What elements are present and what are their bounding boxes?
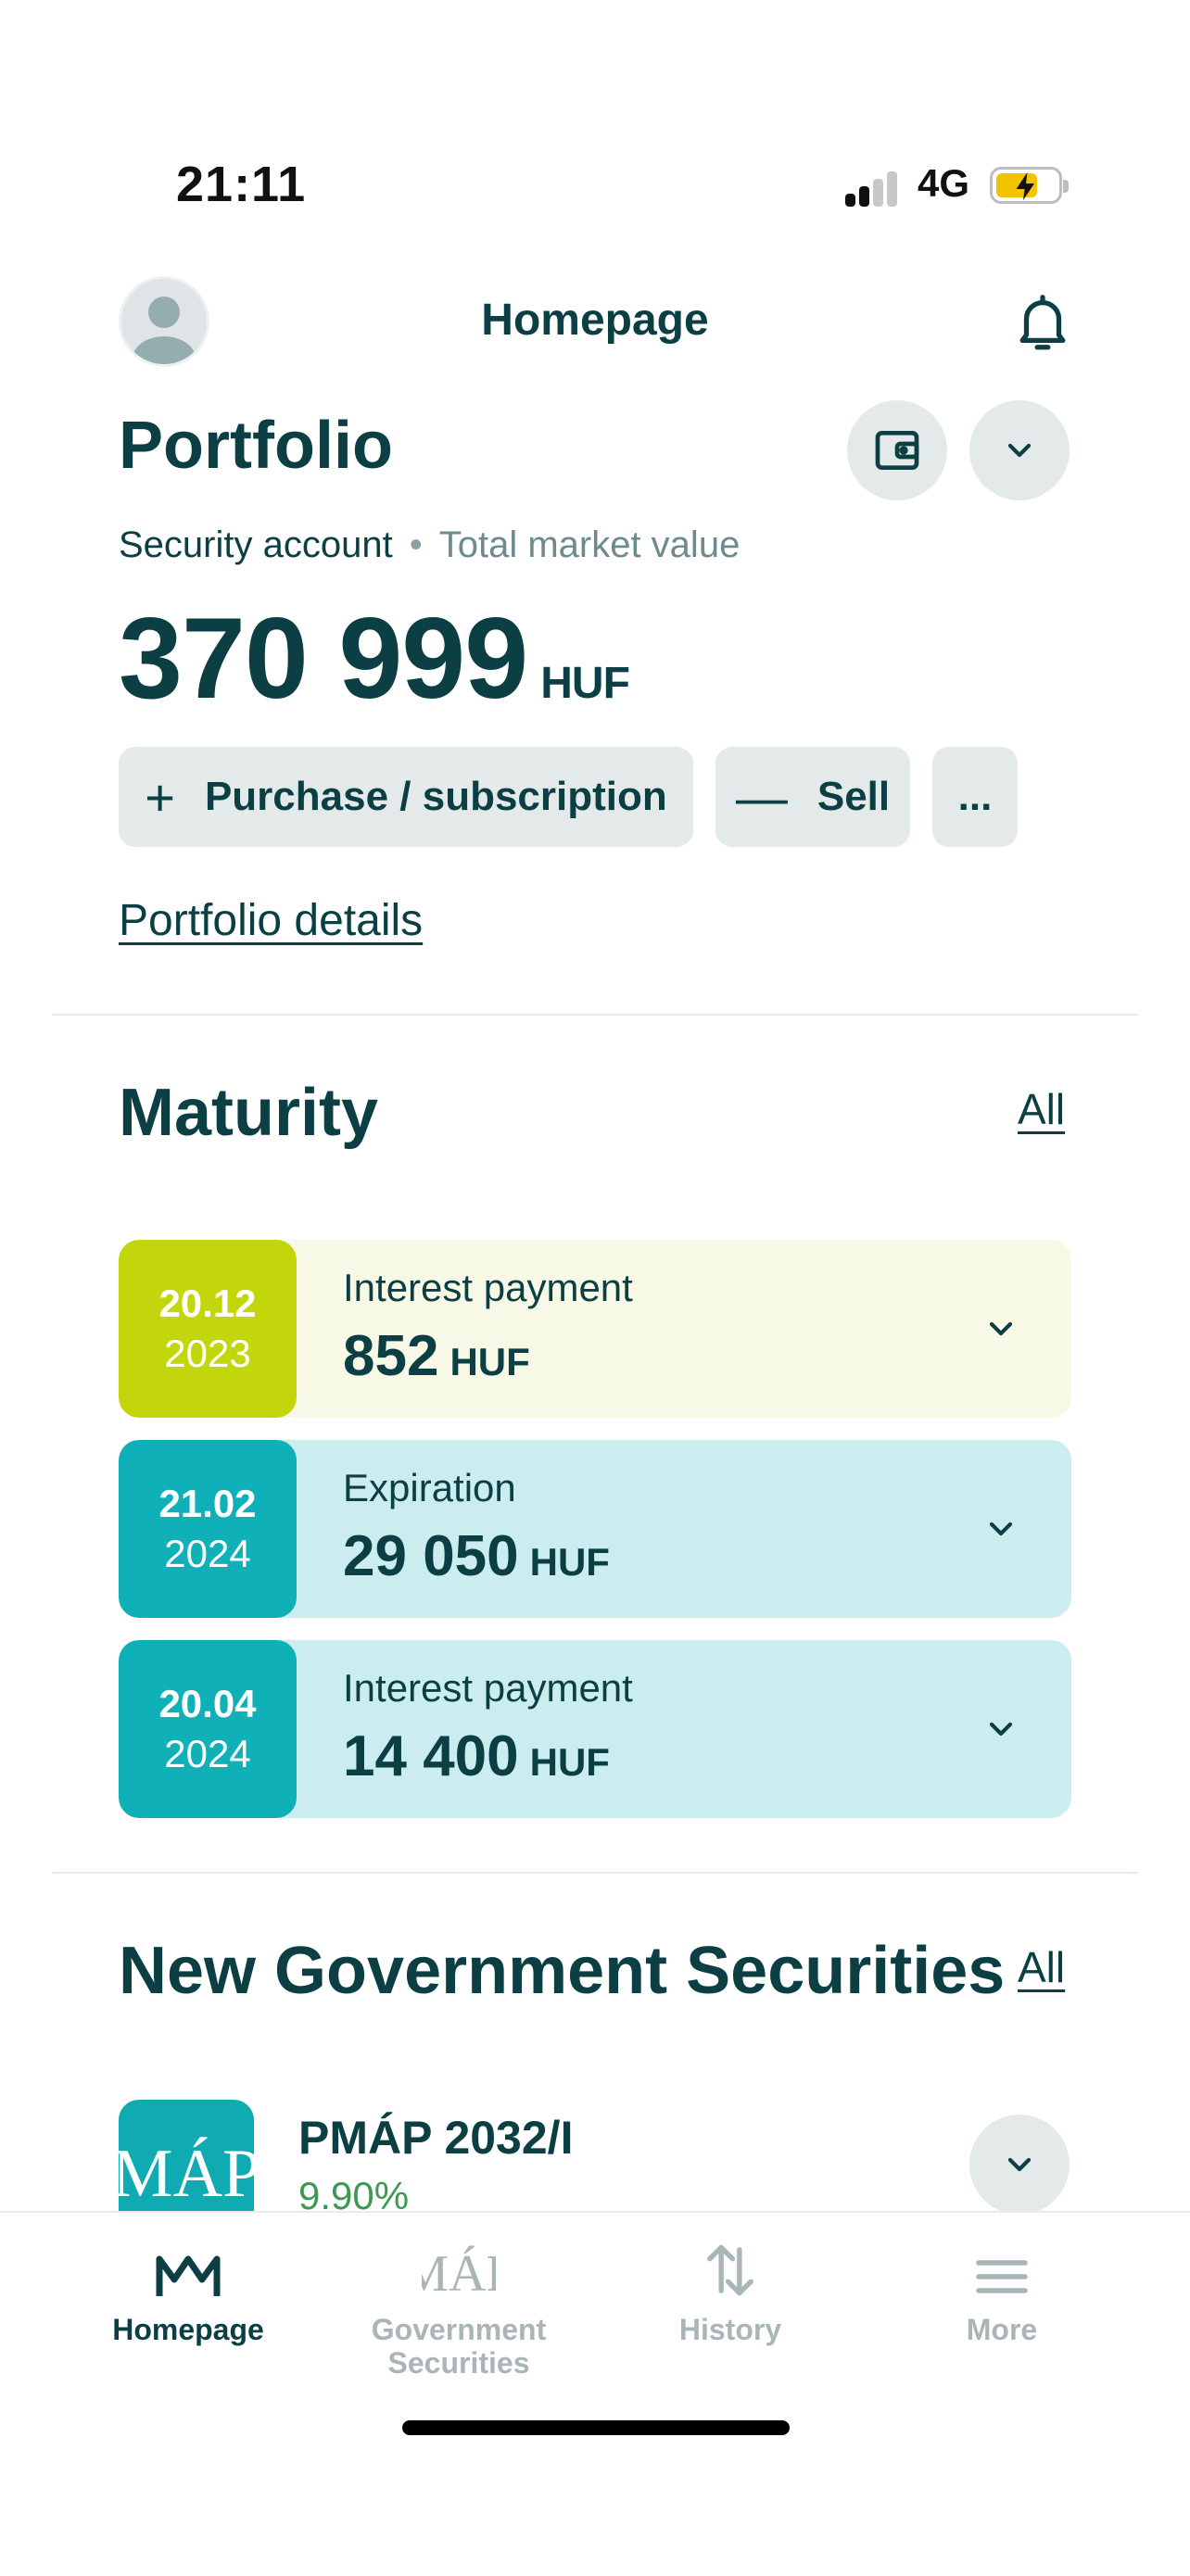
status-time: 21:11 xyxy=(176,157,307,212)
nav-item-more[interactable]: More xyxy=(872,2213,1132,2346)
securities-title: New Government Securities xyxy=(119,1934,1006,2008)
nav-label: History xyxy=(678,2313,782,2346)
nav-item-history[interactable]: History xyxy=(601,2213,860,2346)
wallet-icon xyxy=(875,431,919,470)
minus-icon: — xyxy=(735,767,788,827)
expand-portfolio-button[interactable] xyxy=(969,400,1070,500)
battery-icon xyxy=(990,167,1069,204)
maturity-type: Interest payment xyxy=(343,1266,633,1309)
expand-maturity-button[interactable] xyxy=(982,1711,1019,1752)
maturity-amount-value: 14 400 xyxy=(343,1724,519,1788)
history-arrows-icon xyxy=(707,2244,753,2296)
hamburger-menu-icon xyxy=(976,2260,1028,2293)
svg-text:MÁP: MÁP xyxy=(422,2245,496,2300)
account-label: Security account xyxy=(119,524,393,565)
maturity-amount: 14 400 HUF xyxy=(343,1724,610,1789)
maturity-day-month: 21.02 xyxy=(158,1482,257,1525)
more-actions-button[interactable]: ... xyxy=(932,747,1018,847)
purchase-label: Purchase / subscription xyxy=(204,774,667,819)
nav-item-homepage[interactable]: Homepage xyxy=(58,2213,318,2346)
sell-label: Sell xyxy=(817,774,891,819)
maturity-amount-currency: HUF xyxy=(449,1340,530,1383)
more-label: ... xyxy=(957,774,993,819)
plus-icon: + xyxy=(145,767,175,827)
maturity-day-month: 20.04 xyxy=(158,1682,257,1725)
portfolio-title: Portfolio xyxy=(119,409,393,483)
nav-label: Government Securities xyxy=(371,2313,547,2380)
amount-currency: HUF xyxy=(540,659,630,708)
chevron-down-icon xyxy=(989,1321,1013,1336)
maturity-day-month: 20.12 xyxy=(158,1282,257,1325)
maturity-year: 2024 xyxy=(164,1532,251,1575)
chevron-down-icon xyxy=(989,1722,1013,1736)
maturity-type: Expiration xyxy=(343,1466,516,1509)
maturity-amount: 852 HUF xyxy=(343,1323,530,1389)
maturity-amount-value: 29 050 xyxy=(343,1524,519,1588)
notification-bell-icon[interactable] xyxy=(1010,289,1075,359)
maturity-card[interactable]: 20.04 2024 Interest payment 14 400 HUF xyxy=(119,1640,1071,1818)
maturity-amount-currency: HUF xyxy=(529,1540,610,1584)
network-label: 4G xyxy=(918,161,970,205)
expand-security-button[interactable] xyxy=(969,2115,1070,2215)
maturity-amount-currency: HUF xyxy=(529,1740,610,1784)
amount-value: 370 999 xyxy=(119,595,528,723)
nav-label: More xyxy=(966,2313,1038,2346)
maturity-card[interactable]: 21.02 2024 Expiration 29 050 HUF xyxy=(119,1440,1071,1618)
securities-all-link[interactable]: All xyxy=(1018,1942,1065,1992)
maturity-all-link[interactable]: All xyxy=(1018,1084,1065,1134)
sell-button[interactable]: — Sell xyxy=(715,747,910,847)
wallet-button[interactable] xyxy=(847,400,947,500)
maturity-date-badge: 20.12 2023 xyxy=(119,1240,297,1418)
government-securities-icon: MÁP xyxy=(422,2245,496,2300)
portfolio-details-link[interactable]: Portfolio details xyxy=(119,895,423,946)
home-logo-icon xyxy=(156,2255,221,2296)
maturity-year: 2024 xyxy=(164,1732,251,1775)
nav-item-government-securities[interactable]: MÁP Government Securities xyxy=(329,2213,589,2380)
account-subtitle: Security account • Total market value xyxy=(119,524,741,565)
purchase-button[interactable]: + Purchase / subscription xyxy=(119,747,693,847)
maturity-amount-value: 852 xyxy=(343,1324,439,1388)
security-name[interactable]: PMÁP 2032/I xyxy=(298,2111,573,2165)
nav-label: Homepage xyxy=(112,2313,264,2346)
chevron-down-icon xyxy=(1007,443,1032,458)
bottom-navigation: Homepage MÁP Government Securities Histo… xyxy=(0,2211,1190,2576)
maturity-amount: 29 050 HUF xyxy=(343,1523,610,1589)
maturity-date-badge: 20.04 2024 xyxy=(119,1640,297,1818)
maturity-date-badge: 21.02 2024 xyxy=(119,1440,297,1618)
maturity-card[interactable]: 20.12 2023 Interest payment 852 HUF xyxy=(119,1240,1071,1418)
chevron-down-icon xyxy=(989,1522,1013,1536)
divider xyxy=(52,1014,1138,1016)
maturity-type: Interest payment xyxy=(343,1666,633,1710)
expand-maturity-button[interactable] xyxy=(982,1510,1019,1552)
signal-icon xyxy=(845,170,901,207)
divider xyxy=(52,1872,1138,1874)
maturity-title: Maturity xyxy=(119,1076,379,1150)
chevron-down-icon xyxy=(1007,2157,1032,2172)
value-label: Total market value xyxy=(438,524,741,565)
expand-maturity-button[interactable] xyxy=(982,1310,1019,1352)
home-indicator xyxy=(402,2420,790,2435)
total-amount: 370 999 HUF xyxy=(119,593,630,725)
svg-text:MÁP: MÁP xyxy=(119,2136,254,2212)
maturity-year: 2023 xyxy=(164,1332,251,1375)
